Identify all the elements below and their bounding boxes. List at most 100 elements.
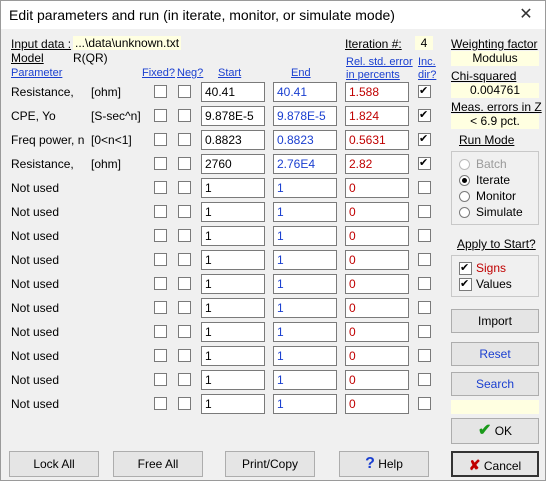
fixed-checkbox[interactable] <box>154 229 167 242</box>
cancel-x-icon: ✘ <box>468 457 481 473</box>
parameter-name: Not used <box>11 373 60 387</box>
fixed-checkbox[interactable] <box>154 85 167 98</box>
reset-button[interactable]: Reset <box>451 342 539 366</box>
parameter-row: Not used 1 1 0 <box>1 345 441 367</box>
start-value-input[interactable]: 1 <box>201 322 265 342</box>
inc-dir-checkbox[interactable] <box>418 373 431 386</box>
title-bar: Edit parameters and run (in iterate, mon… <box>1 1 545 29</box>
neg-checkbox[interactable] <box>178 349 191 362</box>
neg-checkbox[interactable] <box>178 229 191 242</box>
neg-checkbox[interactable] <box>178 397 191 410</box>
neg-checkbox[interactable] <box>178 133 191 146</box>
neg-checkbox[interactable] <box>178 181 191 194</box>
fixed-checkbox[interactable] <box>154 397 167 410</box>
fixed-checkbox[interactable] <box>154 181 167 194</box>
parameter-unit: [ohm] <box>91 157 122 171</box>
fixed-checkbox[interactable] <box>154 325 167 338</box>
fixed-checkbox[interactable] <box>154 157 167 170</box>
fixed-checkbox[interactable] <box>154 205 167 218</box>
neg-checkbox[interactable] <box>178 373 191 386</box>
inc-dir-checkbox[interactable] <box>418 181 431 194</box>
free-all-button[interactable]: Free All <box>113 451 203 477</box>
inc-dir-checkbox[interactable] <box>418 397 431 410</box>
fixed-checkbox[interactable] <box>154 373 167 386</box>
search-button[interactable]: Search <box>451 372 539 396</box>
header-parameter: Parameter <box>11 67 63 79</box>
radio-batch[interactable] <box>459 159 470 170</box>
end-value-field: 2.76E4 <box>273 154 337 174</box>
radio-batch-label: Batch <box>476 157 507 171</box>
lock-all-button[interactable]: Lock All <box>9 451 99 477</box>
window-title: Edit parameters and run (in iterate, mon… <box>9 7 395 23</box>
neg-checkbox[interactable] <box>178 301 191 314</box>
neg-checkbox[interactable] <box>178 325 191 338</box>
cancel-button[interactable]: ✘ Cancel <box>451 451 539 477</box>
start-value-input[interactable]: 40.41 <box>201 82 265 102</box>
inc-dir-checkbox[interactable] <box>418 84 431 98</box>
ok-button[interactable]: ✔ OK <box>451 418 539 444</box>
inc-dir-checkbox[interactable] <box>418 349 431 362</box>
start-value-input[interactable]: 1 <box>201 202 265 222</box>
close-icon[interactable]: ✕ <box>511 3 541 27</box>
inc-dir-checkbox[interactable] <box>418 205 431 218</box>
end-value-field: 40.41 <box>273 82 337 102</box>
parameter-row: Not used 1 1 0 <box>1 177 441 199</box>
print-copy-button[interactable]: Print/Copy <box>225 451 315 477</box>
start-value-input[interactable]: 1 <box>201 226 265 246</box>
start-value-input[interactable]: 0.8823 <box>201 130 265 150</box>
fixed-checkbox[interactable] <box>154 349 167 362</box>
neg-checkbox[interactable] <box>178 109 191 122</box>
weighting-label: Weighting factor <box>451 37 538 51</box>
start-value-input[interactable]: 1 <box>201 346 265 366</box>
inc-dir-checkbox[interactable] <box>418 229 431 242</box>
rel-error-field: 0 <box>345 178 409 198</box>
parameter-row: Resistance, [ohm] 2760 2.76E4 2.82 <box>1 153 441 175</box>
import-button[interactable]: Import <box>451 309 539 333</box>
start-value-input[interactable]: 1 <box>201 394 265 414</box>
values-checkbox[interactable] <box>459 277 472 291</box>
fixed-checkbox[interactable] <box>154 253 167 266</box>
end-value-field: 1 <box>273 274 337 294</box>
fixed-checkbox[interactable] <box>154 277 167 290</box>
signs-label: Signs <box>476 261 507 275</box>
neg-checkbox[interactable] <box>178 253 191 266</box>
start-value-input[interactable]: 1 <box>201 178 265 198</box>
fixed-checkbox[interactable] <box>154 301 167 314</box>
fixed-checkbox[interactable] <box>154 133 167 146</box>
header-start: Start <box>218 67 242 79</box>
start-value-input[interactable]: 1 <box>201 250 265 270</box>
radio-iterate[interactable] <box>459 175 470 186</box>
fixed-checkbox[interactable] <box>154 109 167 122</box>
neg-checkbox[interactable] <box>178 277 191 290</box>
input-data-label: Input data : <box>11 37 72 51</box>
inc-dir-checkbox[interactable] <box>418 132 431 146</box>
radio-monitor[interactable] <box>459 191 470 202</box>
start-value-input[interactable]: 2760 <box>201 154 265 174</box>
rel-error-field: 2.82 <box>345 154 409 174</box>
inc-dir-checkbox[interactable] <box>418 277 431 290</box>
radio-simulate-label: Simulate <box>476 205 523 219</box>
radio-simulate[interactable] <box>459 207 470 218</box>
inc-dir-checkbox[interactable] <box>418 108 431 122</box>
end-value-field: 9.878E-5 <box>273 106 337 126</box>
inc-dir-checkbox[interactable] <box>418 325 431 338</box>
end-value-field: 1 <box>273 202 337 222</box>
neg-checkbox[interactable] <box>178 85 191 98</box>
inc-dir-checkbox[interactable] <box>418 156 431 170</box>
start-value-input[interactable]: 1 <box>201 298 265 318</box>
parameter-row: Not used 1 1 0 <box>1 249 441 271</box>
neg-checkbox[interactable] <box>178 157 191 170</box>
help-button[interactable]: ? Help <box>339 451 429 477</box>
parameter-name: CPE, Yo <box>11 109 56 123</box>
signs-checkbox[interactable] <box>459 261 472 275</box>
inc-dir-checkbox[interactable] <box>418 301 431 314</box>
parameter-name: Not used <box>11 229 60 243</box>
start-value-input[interactable]: 1 <box>201 274 265 294</box>
parameter-row: Not used 1 1 0 <box>1 369 441 391</box>
inc-dir-checkbox[interactable] <box>418 253 431 266</box>
parameter-name: Not used <box>11 301 60 315</box>
start-value-input[interactable]: 1 <box>201 370 265 390</box>
start-value-input[interactable]: 9.878E-5 <box>201 106 265 126</box>
neg-checkbox[interactable] <box>178 205 191 218</box>
rel-error-field: 0.5631 <box>345 130 409 150</box>
